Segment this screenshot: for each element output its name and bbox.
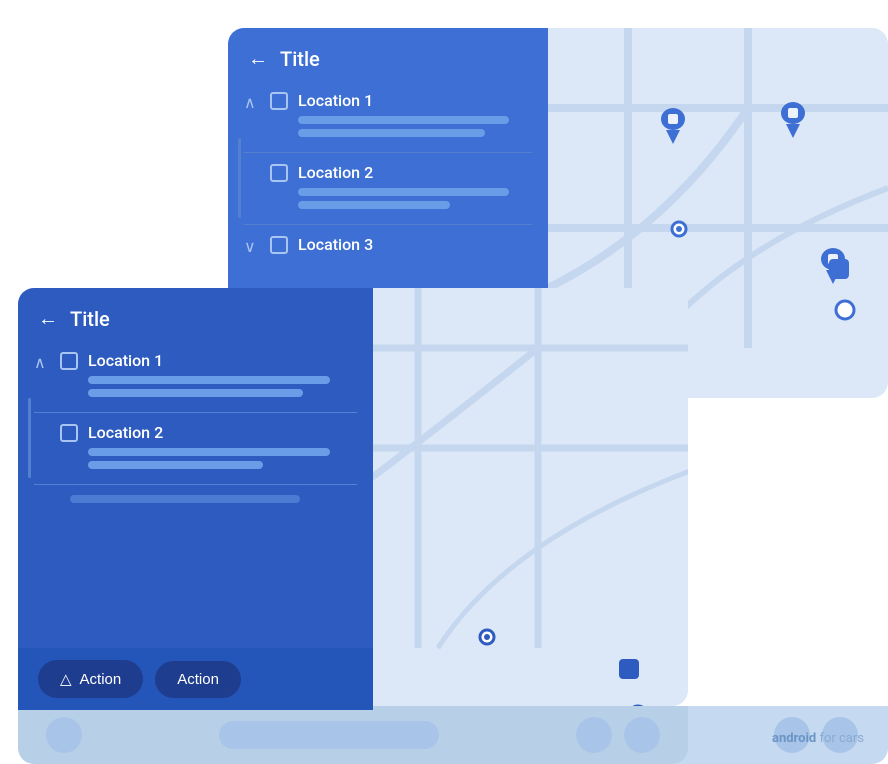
bottom-bar-front [18, 706, 688, 764]
map-front [358, 288, 688, 706]
action-button-2[interactable]: Action [155, 661, 241, 698]
chevron-up-back-1: ∧ [244, 93, 260, 112]
item-title-back-3: Location 3 [298, 235, 532, 254]
item-bar-back-2-1 [298, 188, 509, 196]
panel-back-title: Title [280, 47, 320, 71]
item-bar-partial [70, 495, 300, 503]
item-bar-back-2-2 [298, 201, 450, 209]
item-bar-front-2-1 [88, 448, 330, 456]
navigation-icon: △ [60, 670, 72, 688]
checkbox-back-3[interactable] [270, 236, 288, 254]
list-item-back-3[interactable]: ∨ Location 3 [228, 227, 548, 268]
checkbox-back-1[interactable] [270, 92, 288, 110]
map-marker-pin-2 [778, 102, 808, 142]
chevron-back-3: ∨ [244, 237, 260, 256]
map-marker-square-front [618, 658, 640, 684]
item-content-back-2: Location 2 [298, 163, 532, 214]
item-content-back-3: Location 3 [298, 235, 532, 260]
checkbox-front-1[interactable] [60, 352, 78, 370]
action-bar-front: △ Action Action [18, 648, 373, 710]
panel-back-header: ← Title [228, 28, 548, 83]
item-title-front-1: Location 1 [88, 351, 357, 370]
item-title-back-2: Location 2 [298, 163, 532, 182]
item-bar-back-1-2 [298, 129, 485, 137]
item-title-front-2: Location 2 [88, 423, 357, 442]
map-marker-pin-1 [658, 108, 688, 148]
bottom-circle-front-left [46, 717, 82, 753]
map-marker-square-1 [828, 258, 850, 284]
panel-front: ← Title ∧ Location 1 ∧ Location [18, 288, 373, 648]
bottom-pill-front[interactable] [219, 721, 439, 749]
back-arrow-back[interactable]: ← [248, 46, 268, 71]
list-item-back-1[interactable]: ∧ Location 1 [228, 83, 548, 153]
panel-front-list: ∧ Location 1 ∧ Location 2 [18, 343, 373, 648]
list-item-front-1[interactable]: ∧ Location 1 [18, 343, 373, 413]
list-item-front-partial [18, 487, 373, 503]
scroll-indicator-front [28, 398, 31, 478]
item-title-back-1: Location 1 [298, 91, 532, 110]
action-button-2-label: Action [177, 671, 219, 688]
checkbox-front-2[interactable] [60, 424, 78, 442]
divider-back-1 [244, 152, 532, 153]
back-arrow-front[interactable]: ← [38, 306, 58, 331]
scroll-indicator-back [238, 138, 241, 218]
item-bar-front-2-2 [88, 461, 263, 469]
map-dot-front-1 [478, 628, 496, 650]
action-button-1-label: Action [80, 671, 122, 688]
chevron-up-front-1: ∧ [34, 353, 50, 372]
item-bar-front-1-1 [88, 376, 330, 384]
item-content-front-1: Location 1 [88, 351, 357, 402]
checkbox-back-2[interactable] [270, 164, 288, 182]
bottom-circle-front-right-1 [576, 717, 612, 753]
list-item-back-2[interactable]: ∧ Location 2 [228, 155, 548, 225]
item-bar-front-1-2 [88, 389, 303, 397]
divider-front-1 [34, 412, 357, 413]
list-item-front-2[interactable]: ∧ Location 2 [18, 415, 373, 485]
brand-text: android for cars [772, 731, 864, 746]
bottom-circle-front-right-2 [624, 717, 660, 753]
panel-front-title: Title [70, 307, 110, 331]
item-bar-back-1-1 [298, 116, 509, 124]
brand-suffix: for cars [816, 731, 864, 746]
panel-front-header: ← Title [18, 288, 373, 343]
map-circle-outline-1 [833, 298, 857, 326]
action-button-1[interactable]: △ Action [38, 660, 143, 698]
divider-front-2 [34, 484, 357, 485]
divider-back-2 [244, 224, 532, 225]
item-content-front-2: Location 2 [88, 423, 357, 474]
brand-android: android [772, 731, 816, 746]
map-dot-1 [670, 220, 688, 242]
item-content-back-1: Location 1 [298, 91, 532, 142]
bottom-circles-front-right [576, 717, 660, 753]
